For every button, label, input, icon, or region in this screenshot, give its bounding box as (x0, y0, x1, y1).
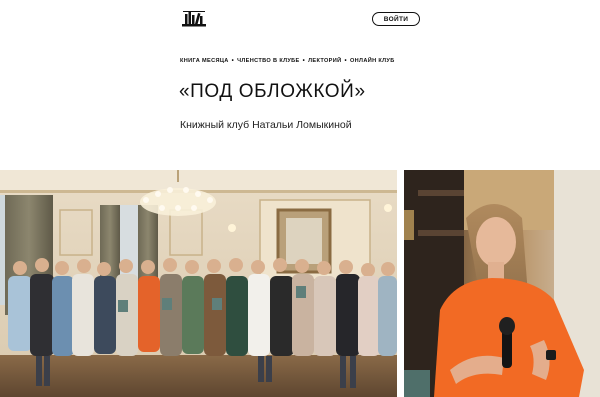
nav-item-membership[interactable]: ЧЛЕНСТВО В КЛУБЕ (237, 58, 300, 64)
nav-separator: • (231, 58, 235, 64)
nav-separator: • (302, 58, 306, 64)
login-button[interactable]: ВОЙТИ (372, 12, 420, 26)
nav-separator: • (344, 58, 347, 64)
host-photo (404, 170, 600, 397)
group-photo (0, 170, 397, 397)
nav-item-lectures[interactable]: ЛЕКТОРИЙ (308, 58, 341, 64)
top-nav: КНИГА МЕСЯЦА • ЧЛЕНСТВО В КЛУБЕ • ЛЕКТОР… (180, 58, 395, 64)
page-title: «ПОД ОБЛОЖКОЙ» (179, 81, 366, 102)
page-subtitle: Книжный клуб Натальи Ломыкиной (180, 119, 352, 131)
nav-item-online-club[interactable]: ОНЛАЙН КЛУБ (350, 58, 395, 64)
nav-item-book-of-month[interactable]: КНИГА МЕСЯЦА (180, 58, 229, 64)
bookshelf-logo-icon[interactable] (180, 8, 208, 28)
